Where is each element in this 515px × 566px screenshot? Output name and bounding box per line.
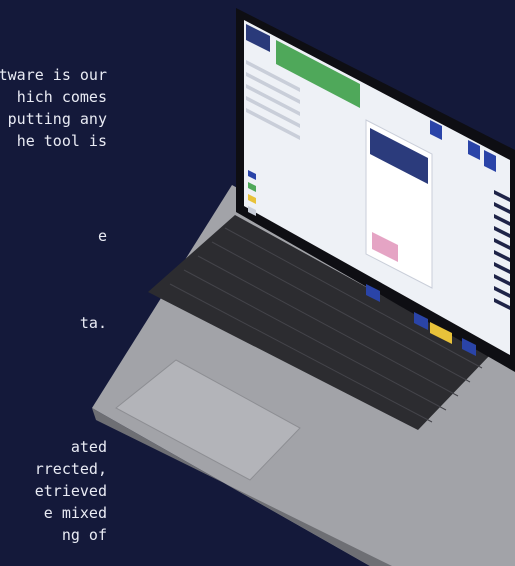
laptop-illustration — [92, 8, 515, 566]
